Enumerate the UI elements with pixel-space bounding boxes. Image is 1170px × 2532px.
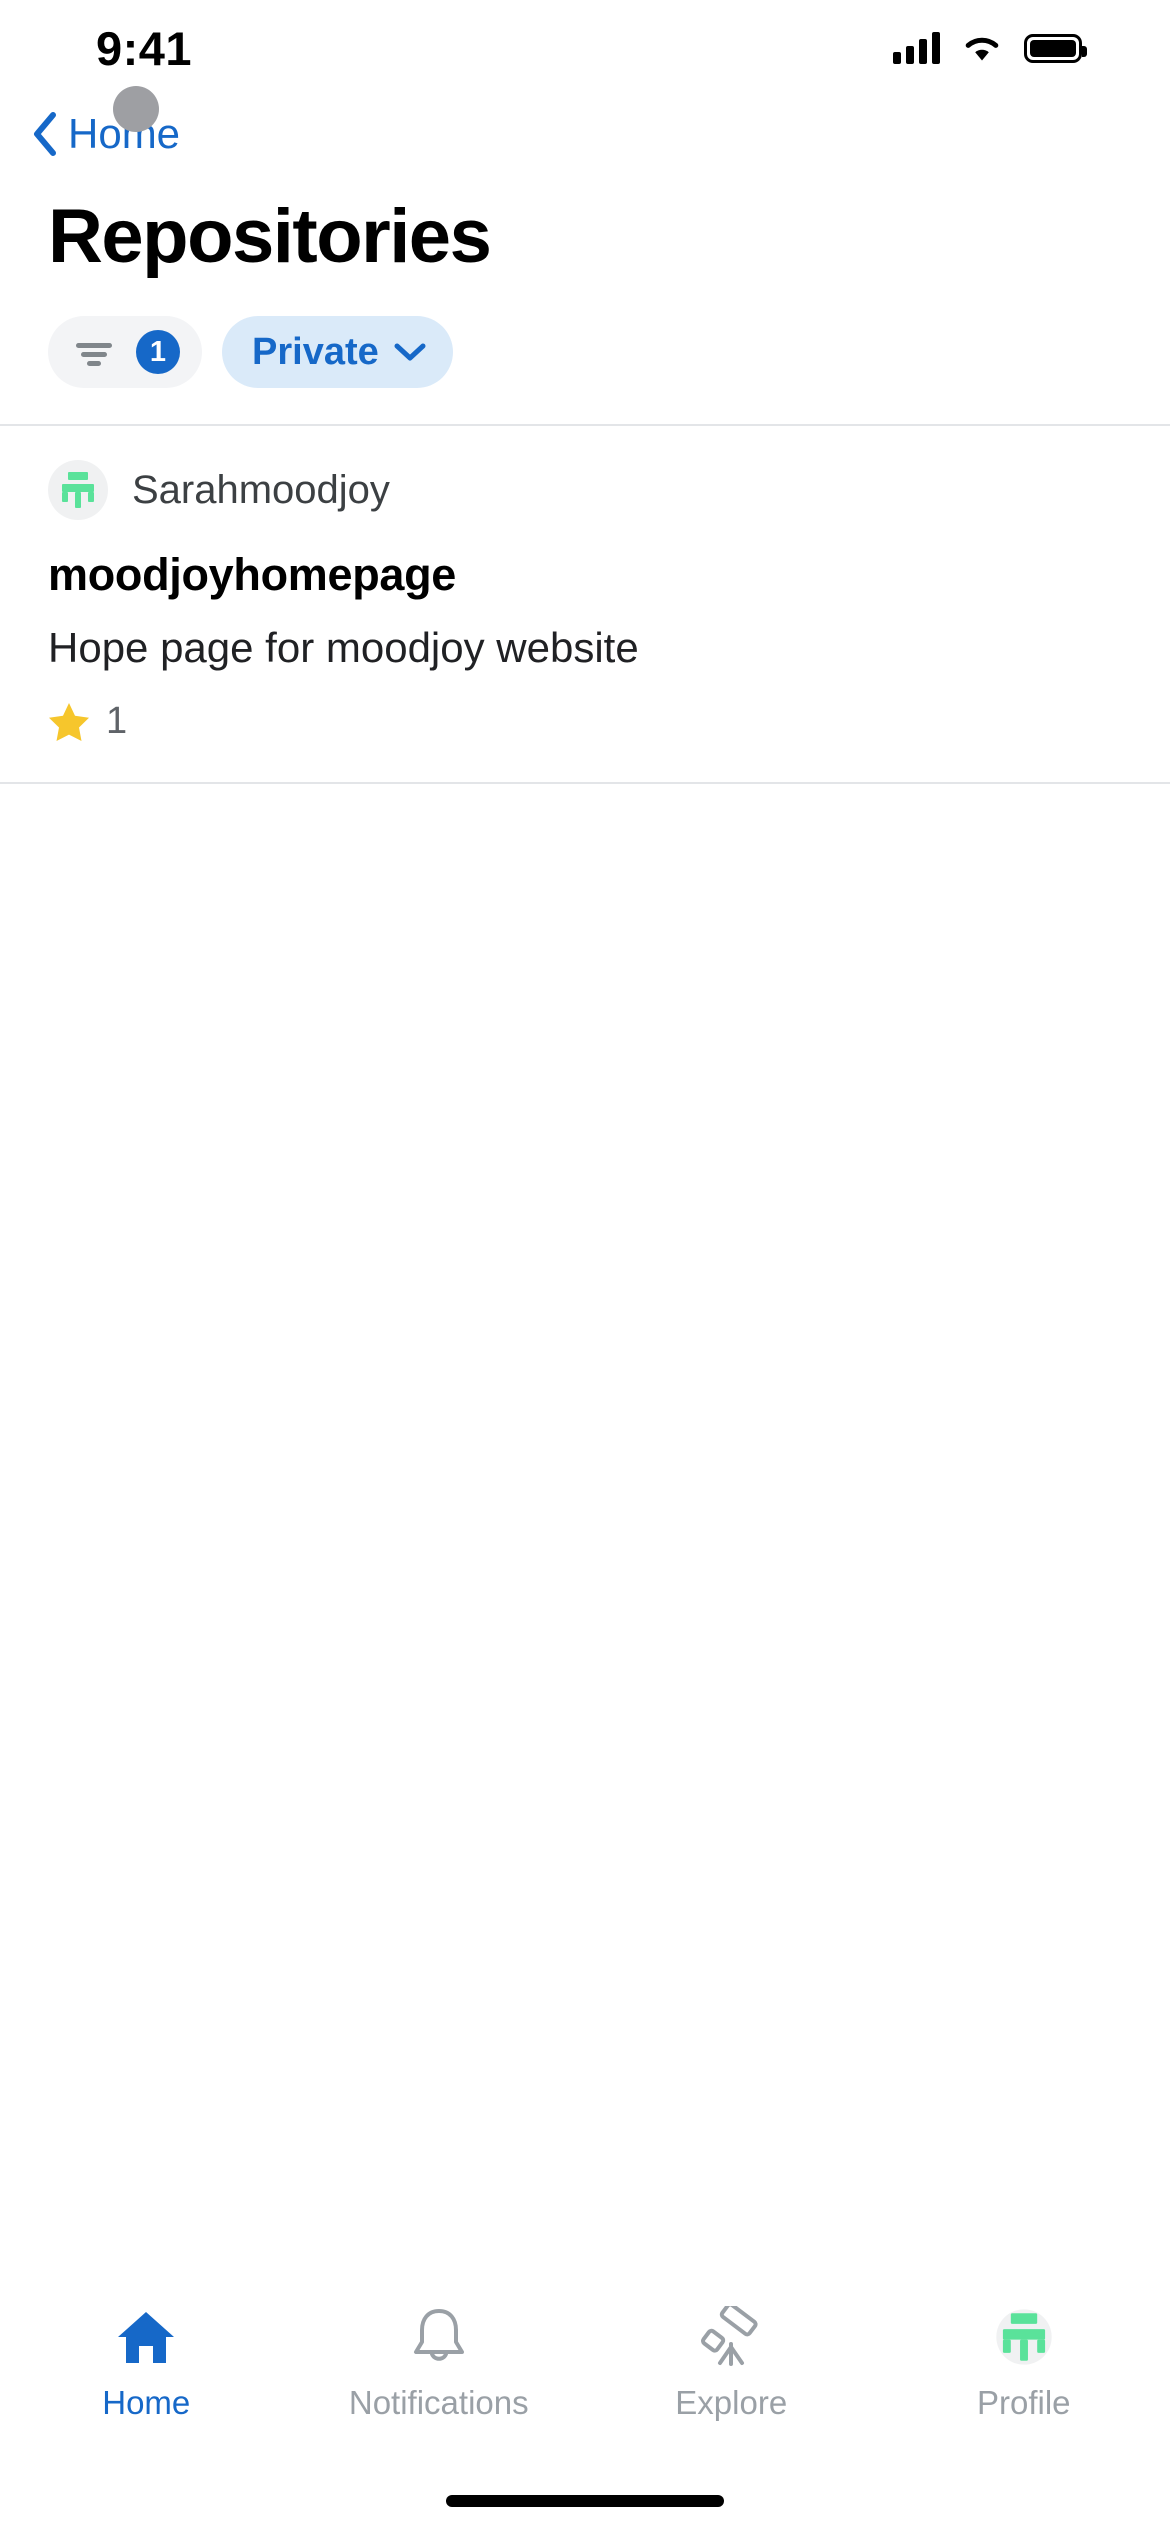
home-icon [115,2306,177,2368]
avatar [48,460,108,521]
bottom-tab-bar: Home Notifications Explore Profile [0,2280,1170,2470]
back-button[interactable]: Home [30,111,180,157]
repository-star-count: 1 [106,699,128,742]
status-bar-time: 9:41 [96,21,193,75]
telescope-icon [700,2306,762,2368]
tab-home-label: Home [102,2384,191,2421]
tab-home[interactable]: Home [0,2306,293,2419]
phone-screen: 9:41 Home Repositories 1 Private Sarahmo… [0,0,1170,2532]
repository-meta: 1 [48,700,1122,742]
moodjoy-logo-icon [62,472,94,509]
repository-description: Hope page for moodjoy website [48,623,639,671]
star-icon [49,702,89,741]
filter-lines-icon [76,343,112,367]
tab-notifications[interactable]: Notifications [293,2306,586,2419]
home-indicator-area [0,2470,1170,2532]
status-bar-indicators [893,32,1087,64]
tab-profile-label: Profile [976,2384,1071,2421]
bell-icon [410,2306,468,2368]
wifi-icon [965,37,999,61]
tab-profile[interactable]: Profile [878,2306,1170,2419]
tab-explore[interactable]: Explore [585,2306,878,2419]
home-indicator[interactable] [446,2495,724,2507]
back-button-label: Home [68,110,181,157]
tab-notifications-label: Notifications [348,2384,529,2421]
repository-owner-name: Sarahmoodjoy [132,468,390,513]
moodjoy-logo-icon [995,2306,1053,2368]
page-title: Repositories [48,194,492,279]
cellular-signal-icon [893,32,940,64]
private-filter-chip[interactable]: Private [222,316,453,389]
filter-chip[interactable]: 1 [48,316,202,389]
private-chip-label: Private [252,331,379,374]
filter-badge-count: 1 [136,330,180,375]
page-header: Repositories [0,172,1170,278]
status-bar: 9:41 [0,0,1170,96]
repository-name: moodjoyhomepage [48,549,457,601]
navigation-bar: Home [0,96,1170,172]
battery-full-icon [1024,33,1087,63]
empty-list-area [0,783,1170,2280]
filter-chip-row: 1 Private [0,278,1170,424]
chevron-left-icon [34,112,56,156]
chevron-down-icon [394,343,426,361]
repository-list-item[interactable]: Sarahmoodjoy moodjoyhomepage Hope page f… [0,426,1170,782]
repository-owner: Sarahmoodjoy [48,460,1122,521]
tab-explore-label: Explore [675,2384,788,2421]
